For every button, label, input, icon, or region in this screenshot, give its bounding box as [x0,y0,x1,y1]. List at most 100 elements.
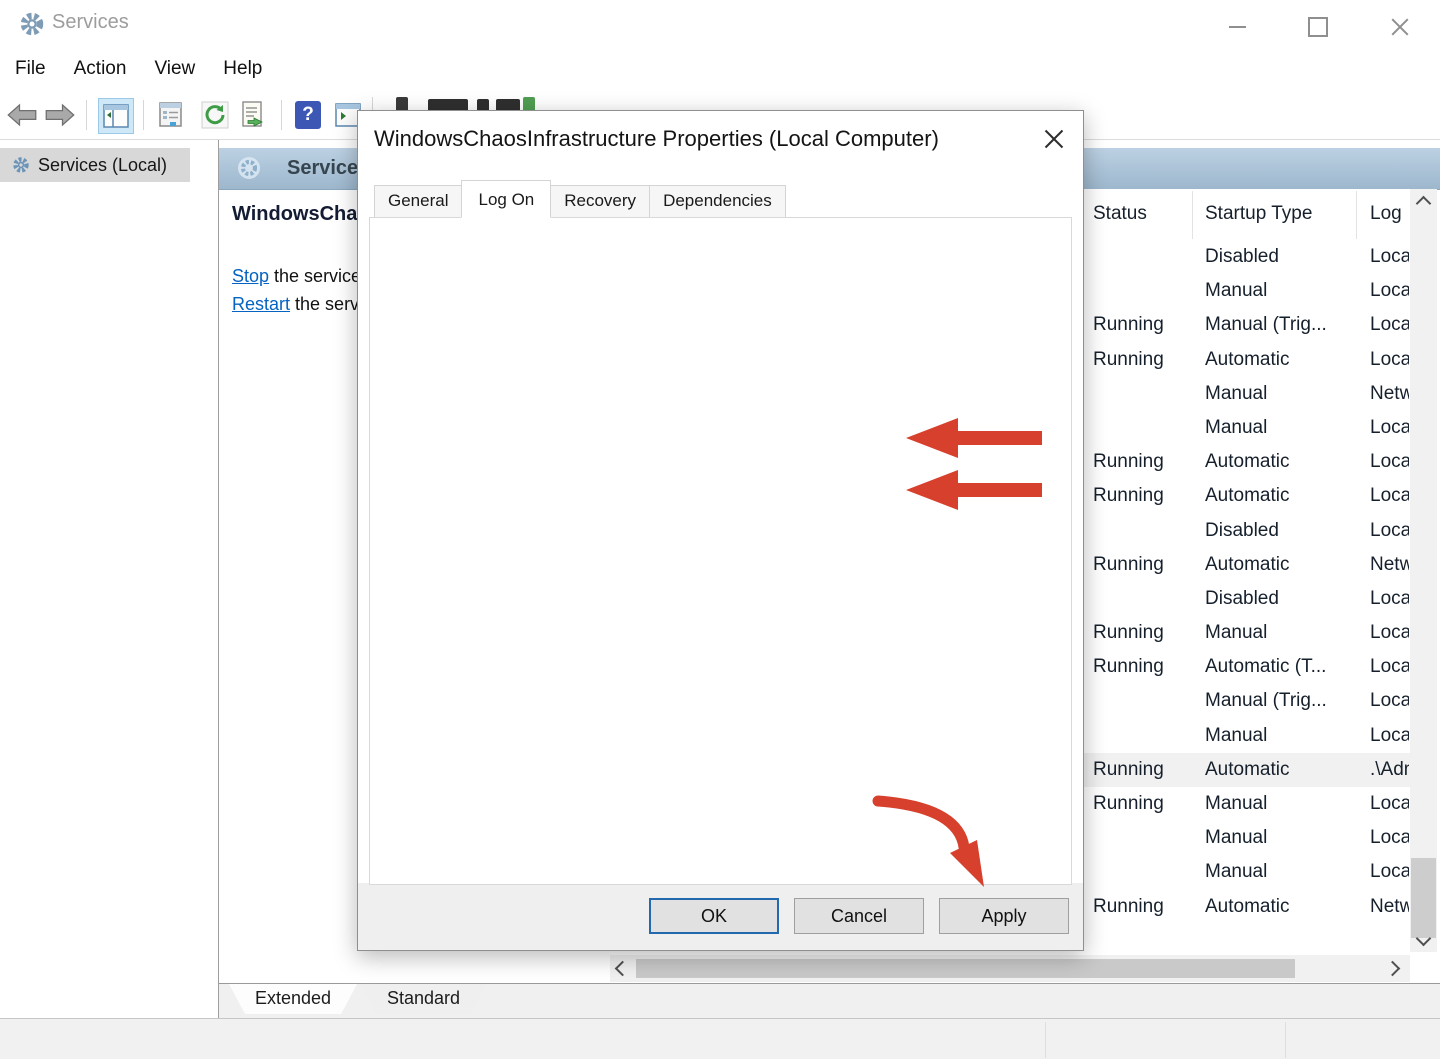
sidebar-item-services-local[interactable]: Services (Local) [0,148,190,182]
column-separator[interactable] [1356,191,1357,239]
obscured-toolbar-icon [496,99,520,110]
cell-log: Loca [1370,855,1409,889]
apply-annotation-curved-arrow-icon [858,787,1008,902]
tab-standard[interactable]: Standard [361,984,486,1014]
tab-general[interactable]: General [374,185,462,218]
cell-startup: Manual [1205,616,1365,650]
tab-dependencies[interactable]: Dependencies [649,185,786,218]
scroll-left-button[interactable] [610,955,634,982]
table-row[interactable]: RunningAutomaticNetw [1082,890,1410,924]
cell-status: Running [1093,343,1198,377]
table-row[interactable]: RunningAutomatic (T...Loca [1082,650,1410,684]
cell-status: Running [1093,479,1198,513]
cell-startup: Automatic [1205,890,1365,924]
menu-help[interactable]: Help [209,58,276,80]
dialog-close-button[interactable] [1041,127,1067,153]
stop-service-rest: the service [269,266,361,286]
cell-startup: Automatic [1205,479,1365,513]
table-row[interactable]: ManualLoca [1082,821,1410,855]
column-header-status[interactable]: Status [1093,203,1147,225]
table-row[interactable]: DisabledLoca [1082,240,1410,274]
back-icon [7,102,37,128]
table-row[interactable]: ManualLoca [1082,719,1410,753]
obscured-toolbar-icon [477,99,489,110]
cell-startup: Automatic [1205,343,1365,377]
status-strip-separator [1045,1022,1046,1058]
table-row[interactable]: RunningAutomaticLoca [1082,343,1410,377]
scroll-up-button[interactable] [1410,193,1437,213]
cell-status: Running [1093,650,1198,684]
cell-startup: Manual [1205,719,1365,753]
tab-extended[interactable]: Extended [229,984,357,1014]
cell-log: Netw [1370,548,1409,582]
cell-log: Loca [1370,616,1409,650]
cell-status: Running [1093,548,1198,582]
scroll-down-button[interactable] [1410,928,1437,948]
cell-startup: Manual [1205,821,1365,855]
table-row[interactable]: ManualNetw [1082,377,1410,411]
cell-log: Loca [1370,274,1409,308]
services-rows: DisabledLocaManualLocaRunningManual (Tri… [1082,240,1410,925]
show-console-tree-button[interactable] [98,98,134,134]
cancel-button[interactable]: Cancel [794,898,924,934]
column-separator[interactable] [1192,191,1193,239]
tab-recovery[interactable]: Recovery [550,185,650,218]
properties-button[interactable] [155,99,187,131]
back-button[interactable] [6,99,38,131]
vertical-scroll-thumb[interactable] [1411,858,1436,938]
ok-button[interactable]: OK [649,898,779,934]
obscured-toolbar-icon [396,97,408,110]
table-row[interactable]: RunningManualLoca [1082,616,1410,650]
table-row[interactable]: DisabledLoca [1082,514,1410,548]
sidebar-item-label: Services (Local) [38,155,167,176]
stop-service-link[interactable]: Stop [232,266,269,286]
tab-log-on[interactable]: Log On [461,180,551,218]
console-tree-pane [0,140,219,1018]
table-row[interactable]: ManualLoca [1082,274,1410,308]
forward-button[interactable] [44,99,76,131]
menu-action[interactable]: Action [60,58,141,80]
export-list-icon [240,101,268,129]
restart-service-link[interactable]: Restart [232,294,290,314]
toolbar-separator [372,97,373,111]
show-console-tree-icon [103,104,129,128]
horizontal-scroll-thumb[interactable] [636,959,1295,978]
cell-startup: Automatic (T... [1205,650,1365,684]
export-list-button[interactable] [238,99,270,131]
cell-log: Loca [1370,684,1409,718]
scroll-right-button[interactable] [1378,955,1406,982]
column-header-startup[interactable]: Startup Type [1205,203,1312,225]
cell-log: Netw [1370,377,1409,411]
chevron-left-icon [614,961,630,977]
cell-startup: Disabled [1205,514,1365,548]
confirm-password-annotation-arrow-icon [906,470,1042,510]
table-row[interactable]: RunningManual (Trig...Loca [1082,308,1410,342]
cell-startup: Manual [1205,787,1365,821]
dialog-title: WindowsChaosInfrastructure Properties (L… [374,126,939,152]
cell-log: Loca [1370,650,1409,684]
menu-view[interactable]: View [140,58,209,80]
maximize-button[interactable] [1295,14,1341,40]
refresh-button[interactable] [199,99,231,131]
close-button[interactable] [1377,14,1423,40]
apply-button[interactable]: Apply [939,898,1069,934]
cell-log: Loca [1370,240,1409,274]
column-header-log[interactable]: Log [1370,203,1402,225]
forward-icon [45,102,75,128]
table-row[interactable]: ManualLoca [1082,411,1410,445]
table-row[interactable]: DisabledLoca [1082,582,1410,616]
table-row[interactable]: Manual (Trig...Loca [1082,684,1410,718]
vertical-scrollbar[interactable] [1410,189,1437,952]
cell-startup: Manual [1205,855,1365,889]
table-row[interactable]: RunningAutomatic.\Adm [1082,753,1410,787]
minimize-button[interactable] [1214,14,1260,40]
table-row[interactable]: RunningAutomaticLoca [1082,479,1410,513]
menu-file[interactable]: File [0,58,60,80]
table-row[interactable]: RunningManualLoca [1082,787,1410,821]
table-row[interactable]: ManualLoca [1082,855,1410,889]
table-row[interactable]: RunningAutomaticNetw [1082,548,1410,582]
table-row[interactable]: RunningAutomaticLoca [1082,445,1410,479]
help-button[interactable]: ? [292,99,324,131]
title-bar: Services [0,0,1440,48]
cell-startup: Manual [1205,274,1365,308]
